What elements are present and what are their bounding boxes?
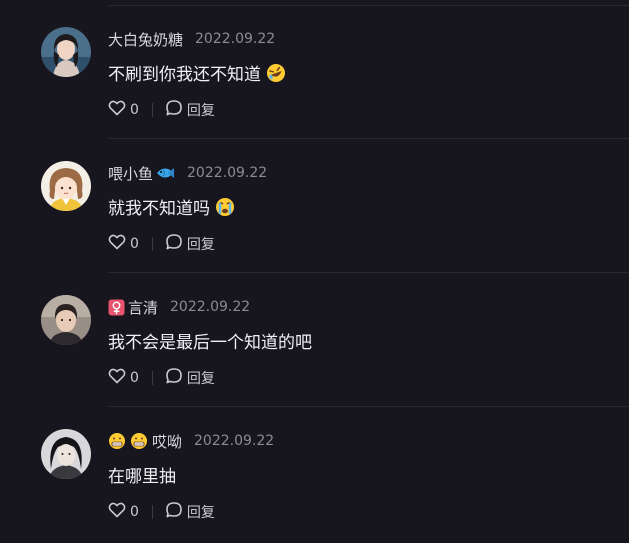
action-separator [151, 505, 153, 519]
comment-text-body: 在哪里抽 [108, 467, 176, 487]
reply-button[interactable]: 回复 [165, 99, 215, 121]
comment-date: 2022.09.22 [187, 165, 268, 181]
action-separator [151, 371, 153, 385]
fish-emoji-icon [155, 166, 175, 180]
comment-list: 大白兔奶糖 2022.09.22 不刷到你我还不知道 0 回复 喂小鱼 2022… [0, 0, 629, 543]
comment-meta: 喂小鱼 2022.09.22 [108, 163, 267, 183]
comment-text-body: 就我不知道吗 [108, 199, 210, 219]
like-button[interactable]: 0 [108, 234, 139, 254]
comment-text-body: 我不会是最后一个知道的吧 [108, 333, 312, 353]
reply-button[interactable]: 回复 [165, 367, 215, 389]
heart-icon [108, 502, 126, 522]
comment-actions: 0 回复 [108, 368, 215, 388]
reply-label: 回复 [186, 103, 215, 119]
avatar[interactable] [41, 27, 91, 77]
like-count: 0 [130, 504, 139, 520]
crying-emoji-icon [215, 197, 235, 217]
comment-item: 喂小鱼 2022.09.22 就我不知道吗 0 回复 [0, 139, 629, 273]
reply-label: 回复 [186, 371, 215, 387]
username[interactable]: 言清 [128, 297, 158, 318]
heart-icon [108, 100, 126, 120]
heart-icon [108, 368, 126, 388]
comment-actions: 0 回复 [108, 100, 215, 120]
avatar[interactable] [41, 161, 91, 211]
heart-icon [108, 234, 126, 254]
comment-text: 在哪里抽 [108, 462, 176, 487]
grimace-emoji-icon [108, 432, 126, 450]
like-count: 0 [130, 370, 139, 386]
username[interactable]: 喂小鱼 [108, 163, 153, 184]
reply-button[interactable]: 回复 [165, 501, 215, 523]
comment-text-body: 不刷到你我还不知道 [108, 65, 261, 85]
action-separator [151, 237, 153, 251]
comment-meta: 哎呦 2022.09.22 [108, 431, 274, 451]
comment-item: 大白兔奶糖 2022.09.22 不刷到你我还不知道 0 回复 [0, 5, 629, 139]
like-count: 0 [130, 236, 139, 252]
comment-text: 就我不知道吗 [108, 194, 235, 219]
like-button[interactable]: 0 [108, 368, 139, 388]
comment-date: 2022.09.22 [170, 299, 251, 315]
comment-actions: 0 回复 [108, 234, 215, 254]
comment-date: 2022.09.22 [195, 31, 276, 47]
comment-date: 2022.09.22 [194, 433, 275, 449]
like-button[interactable]: 0 [108, 502, 139, 522]
comment-item: 哎呦 2022.09.22 在哪里抽 0 回复 [0, 407, 629, 541]
avatar[interactable] [41, 295, 91, 345]
username[interactable]: 大白兔奶糖 [108, 29, 183, 50]
speech-bubble-icon [165, 233, 183, 255]
rofl-emoji-icon [266, 63, 286, 83]
grimace-emoji-icon [130, 432, 148, 450]
comment-meta: 言清 2022.09.22 [108, 297, 250, 317]
like-button[interactable]: 0 [108, 100, 139, 120]
reply-label: 回复 [186, 237, 215, 253]
reply-button[interactable]: 回复 [165, 233, 215, 255]
comment-actions: 0 回复 [108, 502, 215, 522]
comment-item: 言清 2022.09.22 我不会是最后一个知道的吧 0 回复 [0, 273, 629, 407]
comment-meta: 大白兔奶糖 2022.09.22 [108, 29, 275, 49]
action-separator [151, 103, 153, 117]
speech-bubble-icon [165, 501, 183, 523]
comment-text: 我不会是最后一个知道的吧 [108, 328, 312, 353]
speech-bubble-icon [165, 367, 183, 389]
like-count: 0 [130, 102, 139, 118]
comment-text: 不刷到你我还不知道 [108, 60, 286, 85]
speech-bubble-icon [165, 99, 183, 121]
avatar[interactable] [41, 429, 91, 479]
female-sign-icon [108, 299, 125, 316]
reply-label: 回复 [186, 505, 215, 521]
username[interactable]: 哎呦 [152, 431, 182, 452]
